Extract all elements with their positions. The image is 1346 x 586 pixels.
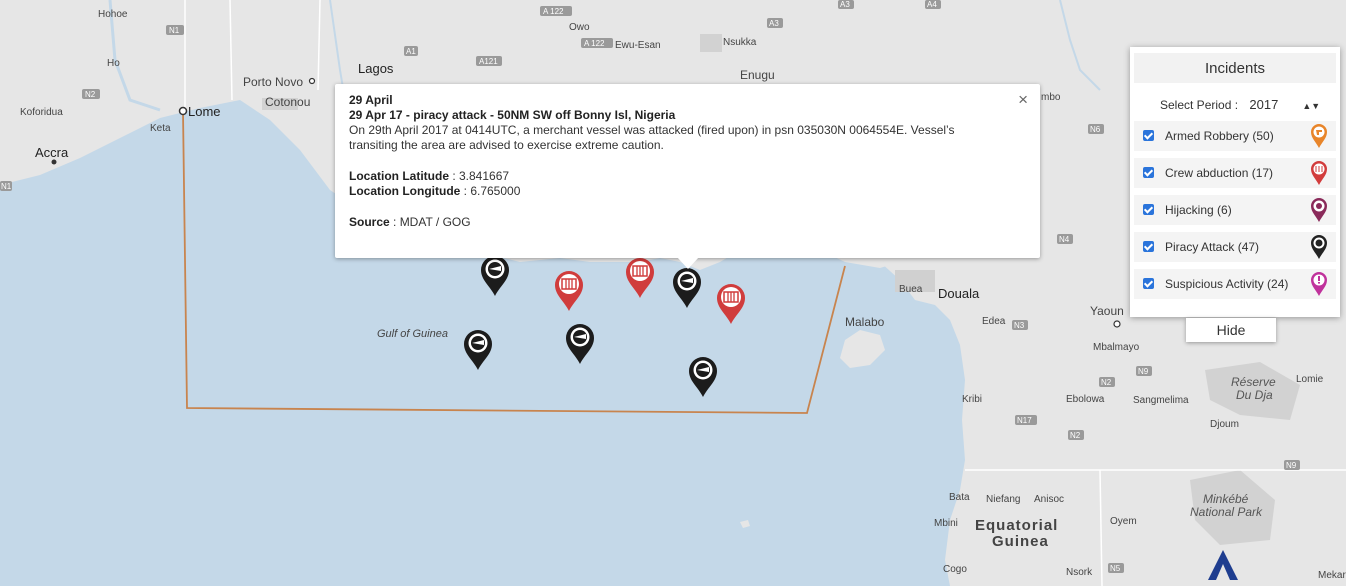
city-label: Sangmelima xyxy=(1133,395,1189,406)
city-label: Cotonou xyxy=(265,95,310,109)
incident-filter-piracy-attack[interactable]: Piracy Attack (47) xyxy=(1134,232,1336,262)
cage-icon xyxy=(1311,161,1327,185)
city-label: Niefang xyxy=(986,494,1020,505)
incident-filter-crew-abduction[interactable]: Crew abduction (17) xyxy=(1134,158,1336,188)
city-label: Edea xyxy=(982,316,1006,327)
city-label: Malabo xyxy=(845,315,885,329)
city-label: Porto Novo xyxy=(243,75,303,89)
select-arrows-icon: ▲▼ xyxy=(1302,101,1321,111)
road-label: N1 xyxy=(1,182,12,191)
hide-button[interactable]: Hide xyxy=(1186,318,1276,342)
brand-logo-icon xyxy=(1208,550,1238,580)
city-label: Lagos xyxy=(358,61,394,76)
road-label: A4 xyxy=(927,0,937,9)
panel-title: Incidents xyxy=(1134,53,1336,83)
checkbox[interactable] xyxy=(1143,204,1154,215)
gun-icon xyxy=(1311,124,1327,148)
checkbox[interactable] xyxy=(1143,278,1154,289)
svg-text:National Park: National Park xyxy=(1190,505,1263,519)
svg-text:Equatorial: Equatorial xyxy=(975,517,1058,534)
road-label: A3 xyxy=(769,19,779,28)
city-label: Nsork xyxy=(1066,567,1093,578)
svg-text:Du Dja: Du Dja xyxy=(1236,388,1273,402)
city-label: Yaoun xyxy=(1090,304,1124,318)
svg-text:Minkébé: Minkébé xyxy=(1203,492,1249,506)
road-label: N1 xyxy=(169,26,180,35)
city-label: Djoum xyxy=(1210,419,1239,430)
road-label: N5 xyxy=(1110,564,1121,573)
road-label: N6 xyxy=(1090,125,1101,134)
incident-filter-suspicious-activity[interactable]: Suspicious Activity (24) xyxy=(1134,269,1336,299)
city-label: Hohoe xyxy=(98,9,128,20)
city-label: Oyem xyxy=(1110,516,1137,527)
popup-description: On 29th April 2017 at 0414UTC, a merchan… xyxy=(349,123,955,152)
city-label: Buea xyxy=(899,284,923,295)
period-selector: Select Period : 2017 ▲▼ xyxy=(1160,97,1320,112)
period-select[interactable]: 2017 ▲▼ xyxy=(1249,97,1320,112)
city-label: Bata xyxy=(949,492,970,503)
popup-tail xyxy=(677,257,699,269)
hijack-icon xyxy=(1311,198,1327,222)
checkbox[interactable] xyxy=(1143,241,1154,252)
city-label: Mekar xyxy=(1318,570,1346,581)
road-label: N3 xyxy=(1014,321,1025,330)
city-label: Ho xyxy=(107,58,120,69)
close-icon[interactable]: × xyxy=(1018,90,1028,110)
incident-filter-armed-robbery[interactable]: Armed Robbery (50) xyxy=(1134,121,1336,151)
city-label: Nsukka xyxy=(723,37,757,48)
city-label: Anisoc xyxy=(1034,494,1064,505)
exclamation-icon xyxy=(1311,272,1327,296)
city-label: Enugu xyxy=(740,68,775,82)
incident-filter-hijacking[interactable]: Hijacking (6) xyxy=(1134,195,1336,225)
incidents-panel: Incidents Select Period : 2017 ▲▼ Armed R… xyxy=(1130,47,1340,317)
road-label: N17 xyxy=(1017,416,1032,425)
city-label: Accra xyxy=(35,145,69,160)
popup-longitude: Location Longitude : 6.765000 xyxy=(349,184,521,198)
road-label: A1 xyxy=(406,47,416,56)
road-label: N9 xyxy=(1286,461,1297,470)
popup-source: Source : MDAT / GOG xyxy=(349,215,471,229)
city-label: Ebolowa xyxy=(1066,394,1105,405)
city-label: mbo xyxy=(1041,92,1061,103)
city-label: Mbalmayo xyxy=(1093,342,1140,353)
road-label: A121 xyxy=(479,57,498,66)
checkbox[interactable] xyxy=(1143,167,1154,178)
road-label: A3 xyxy=(840,0,850,9)
city-label: Mbini xyxy=(934,518,958,529)
popup-date: 29 April xyxy=(349,93,393,107)
road-label: A 122 xyxy=(584,39,605,48)
city-label: Keta xyxy=(150,123,171,134)
city-label: Lomie xyxy=(1296,374,1324,385)
road-label: N2 xyxy=(1070,431,1081,440)
road-label: A 122 xyxy=(543,7,564,16)
svg-text:Guinea: Guinea xyxy=(992,533,1049,550)
city-label: Cogo xyxy=(943,564,967,575)
road-label: N4 xyxy=(1059,235,1070,244)
popup-latitude: Location Latitude : 3.841667 xyxy=(349,169,510,183)
road-label: N2 xyxy=(1101,378,1112,387)
road-label: N2 xyxy=(85,90,96,99)
checkbox[interactable] xyxy=(1143,130,1154,141)
city-label: Douala xyxy=(938,286,980,301)
popup-headline: 29 Apr 17 - piracy attack - 50NM SW off … xyxy=(349,108,676,122)
city-label: Owo xyxy=(569,22,590,33)
svg-text:Réserve: Réserve xyxy=(1231,375,1276,389)
road-label: N9 xyxy=(1138,367,1149,376)
pirate-icon xyxy=(1311,235,1327,259)
water-label: Gulf of Guinea xyxy=(377,328,448,340)
period-label: Select Period : xyxy=(1160,98,1239,112)
city-label: Kribi xyxy=(962,394,982,405)
city-label: Lome xyxy=(188,104,221,119)
incident-info-popup: × 29 April 29 Apr 17 - piracy attack - 5… xyxy=(335,84,1040,269)
city-label: Ewu-Esan xyxy=(615,40,661,51)
city-label: Koforidua xyxy=(20,107,63,118)
